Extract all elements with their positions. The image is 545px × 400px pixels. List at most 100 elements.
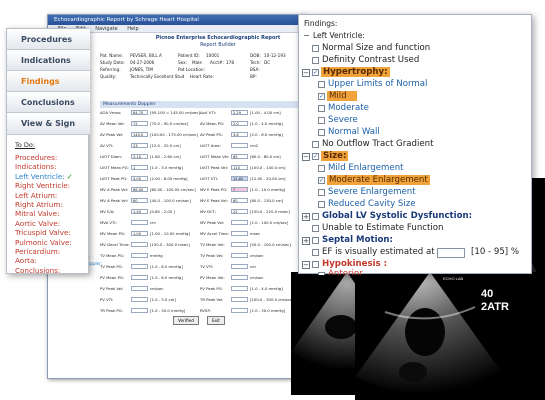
measurement-value[interactable]: 23 [131,143,148,148]
checkbox-normal-wall[interactable] [318,129,325,136]
tab-view-sign[interactable]: View & Sign [7,113,90,135]
measurement-value[interactable] [231,231,248,236]
checkbox-moderate-enlargement[interactable]: ✓ [318,177,325,184]
measurement-value[interactable] [231,275,248,280]
measurement-value[interactable]: 1 [131,165,148,170]
menu-navigate[interactable]: Navigate [95,26,117,32]
todo-item-label: Right Atrium: [15,200,63,209]
measurement-value[interactable]: 65 [231,154,248,159]
measurement-value[interactable] [231,253,248,258]
checkbox-definity[interactable] [312,57,319,64]
checkbox-ef[interactable] [312,249,319,256]
todo-item[interactable]: Tricuspid Valve: [15,228,71,237]
measurement-value[interactable]: 2.10 [131,154,148,159]
checkbox-size[interactable]: ✓ [312,153,319,160]
tab-conclusions[interactable]: Conclusions [7,92,90,113]
todo-item-label: Right Ventricle: [15,181,71,191]
measurement-value[interactable] [131,264,148,269]
collapse-icon[interactable]: − [303,32,310,40]
menu-help[interactable]: Help [127,26,138,32]
todo-item[interactable]: Indications: [15,162,57,171]
measurement-value[interactable]: 88.00 [131,187,148,192]
measurement-range: cm/sec [250,253,264,258]
checkbox-unable-estimate[interactable] [312,225,319,232]
todo-item[interactable]: Left Ventricle: ✓ [15,172,73,181]
checkbox-global-lv[interactable] [312,213,319,220]
checkbox-moderate[interactable] [318,105,325,112]
tab-procedures[interactable]: Procedures [7,29,90,50]
measurement-value[interactable] [131,220,148,225]
checkbox-reduced-cavity[interactable] [318,201,325,208]
checkbox-mild-enlargement[interactable] [318,165,325,172]
measurement-value[interactable]: 7 [231,187,248,192]
verified-button[interactable]: Verified [173,316,199,325]
measurement-range: cm [250,264,256,269]
measurement-value[interactable] [231,220,248,225]
measurement-value[interactable]: 4.00 [131,176,148,181]
exit-button[interactable]: Exit [206,316,225,325]
measurement-value[interactable] [131,286,148,291]
measurement-value[interactable] [131,308,148,313]
measurement-value[interactable] [131,253,148,258]
checkbox-septal-motion[interactable] [312,237,319,244]
quality-value[interactable]: Technically Excellent Stud [130,73,184,80]
measurement-value[interactable]: 22 [231,209,248,214]
measurement-value[interactable]: 1.40 [131,209,148,214]
measurement-value[interactable] [231,264,248,269]
checkbox-severe[interactable] [318,117,325,124]
measurement-value[interactable]: 3.6 [231,132,248,137]
ef-input[interactable] [437,248,465,258]
checkbox-mild[interactable]: ✓ [318,93,325,100]
checkbox-hypertrophy[interactable]: ✓ [312,69,319,76]
measurement-value[interactable] [231,242,248,247]
measurement-value[interactable] [231,286,248,291]
todo-item[interactable]: Aorta: [15,256,37,265]
measurement-value[interactable] [231,308,248,313]
measurement-value[interactable]: 140.0 [131,132,148,137]
measurement-value[interactable]: 2.29 [231,110,248,115]
todo-item[interactable]: Left Atrium: [15,191,57,200]
todo-item[interactable]: Aortic Valve: [15,219,60,228]
todo-item[interactable]: Pulmonic Valve: [15,238,72,247]
todo-item[interactable]: Mitral Valve: [15,209,60,218]
measurement-value[interactable] [131,275,148,280]
checkbox-normal-size[interactable] [312,45,319,52]
measurement-range: [150.0 - 300.0 msec] [150,242,190,247]
measurement-value[interactable] [131,242,148,247]
expand-size-icon[interactable]: − [302,153,310,161]
expand-global-lv-icon[interactable]: + [302,213,310,221]
todo-item[interactable]: Pericardium: [15,247,60,256]
measurement-value[interactable] [231,143,248,148]
checkbox-upper-limits[interactable] [318,81,325,88]
tab-findings[interactable]: Findings [7,71,90,92]
measurement-value[interactable]: 80 [231,198,248,203]
measurement-value[interactable]: 2.0 [231,121,248,126]
todo-item[interactable]: Conclusions: [15,266,60,275]
tab-indications[interactable]: Indications [7,50,90,71]
checkbox-anterior[interactable] [318,272,325,275]
todo-item[interactable]: Right Ventricle: [15,181,70,190]
measurement-value[interactable]: 60 [131,198,148,203]
measurement-value[interactable]: 110 [231,165,248,170]
todo-item[interactable]: Right Atrium: [15,200,63,209]
checkbox-no-outflow[interactable] [312,141,319,148]
measurement-value[interactable]: 72 [131,121,148,126]
measurement-value[interactable]: 1.00 [131,231,148,236]
checkbox-hypokinesis[interactable] [312,261,319,268]
todo-item-label: Pulmonic Valve: [15,237,72,247]
label-unable-estimate: Unable to Estimate Function [322,223,444,233]
todo-item[interactable]: Procedures: [15,153,57,162]
measurement-range: [75.0 - 90.0 cm/sec] [150,121,189,126]
label-global-lv: Global LV Systolic Dysfunction: [322,211,473,221]
expand-hypokinesis-icon[interactable]: − [302,261,310,269]
measurement-value[interactable]: 15.60 [231,176,248,181]
measurement-label: MV A Peak Vel: [100,187,129,192]
expand-hypertrophy-icon[interactable]: − [302,69,310,77]
measurement-label: AV VTI: [100,143,114,148]
checkbox-severe-enlargement[interactable] [318,189,325,196]
measurement-value[interactable] [231,297,248,302]
expand-septal-icon[interactable]: + [302,237,310,245]
measurement-range: [1.0 - 10.0 mmHg] [250,187,286,192]
measurement-value[interactable]: 84.70 [131,110,148,115]
measurement-value[interactable] [131,297,148,302]
